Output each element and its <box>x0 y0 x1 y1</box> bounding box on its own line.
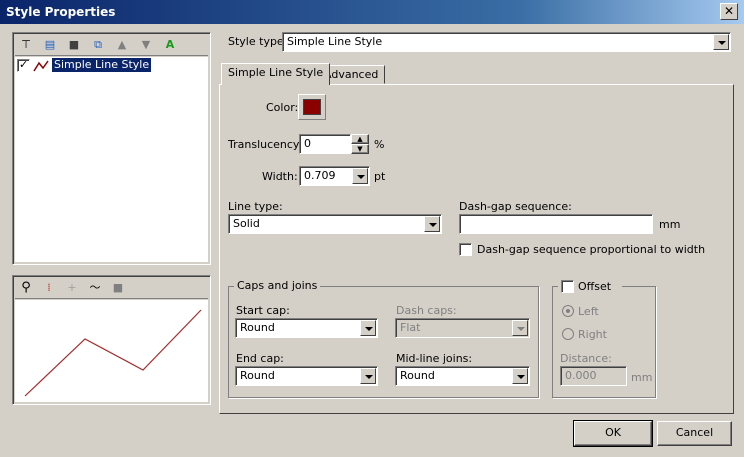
end-cap-label: End cap: <box>236 352 284 365</box>
translucency-spinner[interactable]: ▲ ▼ <box>351 134 369 154</box>
line-type-label: Line type: <box>228 200 283 213</box>
preview-canvas <box>15 300 208 402</box>
zoom-icon[interactable]: ⚲ <box>18 280 34 296</box>
color-button[interactable] <box>298 94 326 120</box>
chevron-down-icon[interactable] <box>352 168 368 184</box>
tree-item-checkbox[interactable]: ✓ <box>17 58 30 72</box>
close-button[interactable]: ✕ <box>720 3 738 20</box>
width-unit: pt <box>374 170 386 183</box>
chevron-down-icon[interactable] <box>360 368 376 384</box>
translucency-value: 0 <box>304 137 311 150</box>
duplicate-icon[interactable]: ⧉ <box>90 37 106 53</box>
offset-right-radio <box>562 328 574 340</box>
chevron-down-icon[interactable] <box>713 34 729 50</box>
offset-label: Offset <box>578 280 612 293</box>
window-title: Style Properties <box>6 5 116 19</box>
color-label: Color: <box>266 101 299 114</box>
dash-caps-label: Dash caps: <box>396 304 457 317</box>
cancel-button[interactable]: Cancel <box>657 421 732 446</box>
dash-caps-select: Flat <box>395 318 530 338</box>
chevron-down-icon[interactable] <box>424 216 440 232</box>
tree-item-label[interactable]: Simple Line Style <box>50 57 153 73</box>
move-down-icon[interactable]: ▼ <box>138 37 154 53</box>
title-bar: Style Properties <box>0 0 744 24</box>
cancel-label: Cancel <box>675 426 714 439</box>
dash-gap-proportional-checkbox[interactable] <box>459 243 472 256</box>
spin-up-icon[interactable]: ▲ <box>351 134 369 144</box>
mid-line-joins-label: Mid-line joins: <box>396 352 473 365</box>
line-icon[interactable]: 〜 <box>87 280 103 296</box>
ok-button[interactable]: OK <box>573 420 653 447</box>
dash-gap-proportional-label: Dash-gap sequence proportional to width <box>477 243 706 256</box>
tree-toolbar: ⊤ ▤ ■ ⧉ ▲ ▼ A <box>15 35 208 56</box>
style-type-select[interactable]: Simple Line Style <box>282 32 731 52</box>
caps-joins-title: Caps and joins <box>234 279 321 292</box>
preview-line <box>24 309 202 397</box>
start-cap-label: Start cap: <box>236 304 290 317</box>
start-cap-value: Round <box>240 321 275 334</box>
tab-label: Simple Line Style <box>228 66 324 79</box>
start-cap-select[interactable]: Round <box>235 318 378 338</box>
distance-label: Distance: <box>560 352 612 365</box>
grid-icon[interactable]: ⁞ <box>41 280 57 296</box>
translucency-input[interactable]: 0 <box>299 134 351 154</box>
style-tree: ✓ Simple Line Style <box>15 57 208 262</box>
dash-gap-unit: mm <box>659 218 681 231</box>
color-swatch <box>303 99 321 115</box>
new-style-icon[interactable]: ▤ <box>42 37 58 53</box>
mid-line-joins-select[interactable]: Round <box>395 366 530 386</box>
text-style-icon[interactable]: A <box>162 37 178 53</box>
chevron-down-icon <box>512 320 528 336</box>
chevron-down-icon[interactable] <box>512 368 528 384</box>
offset-right-label: Right <box>578 328 607 341</box>
dash-gap-input[interactable] <box>459 214 653 234</box>
tab-label: Advanced <box>324 68 379 81</box>
delete-icon[interactable]: ■ <box>66 37 82 53</box>
end-cap-select[interactable]: Round <box>235 366 378 386</box>
point-icon[interactable]: + <box>64 280 80 296</box>
add-layer-icon[interactable]: ⊤ <box>18 37 34 53</box>
end-cap-value: Round <box>240 369 275 382</box>
tab-simple-line-style[interactable]: Simple Line Style <box>221 63 331 85</box>
offset-left-label: Left <box>578 305 599 318</box>
preview-toolbar: ⚲ ⁞ + 〜 ■ <box>15 278 208 299</box>
style-type-value: Simple Line Style <box>287 35 383 48</box>
area-icon[interactable]: ■ <box>110 280 126 296</box>
line-type-select[interactable]: Solid <box>228 214 442 234</box>
mid-line-joins-value: Round <box>400 369 435 382</box>
distance-value: 0.000 <box>565 369 597 382</box>
line-type-value: Solid <box>233 217 260 230</box>
width-value: 0.709 <box>304 169 336 182</box>
preview-panel: ⚲ ⁞ + 〜 ■ <box>12 275 211 405</box>
ok-label: OK <box>605 426 621 439</box>
distance-input: 0.000 <box>560 366 627 386</box>
offset-left-radio <box>562 305 574 317</box>
width-label: Width: <box>262 170 298 183</box>
move-up-icon[interactable]: ▲ <box>114 37 130 53</box>
line-style-icon <box>33 60 49 72</box>
translucency-unit: % <box>374 138 385 151</box>
dash-gap-label: Dash-gap sequence: <box>459 200 572 213</box>
style-type-label: Style type: <box>228 35 288 48</box>
close-icon: ✕ <box>723 4 735 18</box>
offset-checkbox[interactable] <box>561 280 574 293</box>
dash-caps-value: Flat <box>400 321 421 334</box>
spin-down-icon[interactable]: ▼ <box>351 144 369 154</box>
chevron-down-icon[interactable] <box>360 320 376 336</box>
distance-unit: mm <box>631 371 653 384</box>
style-tree-panel: ⊤ ▤ ■ ⧉ ▲ ▼ A ✓ Simple Line Style <box>12 32 211 265</box>
translucency-label: Translucency: <box>228 138 303 151</box>
width-select[interactable]: 0.709 <box>299 166 370 186</box>
